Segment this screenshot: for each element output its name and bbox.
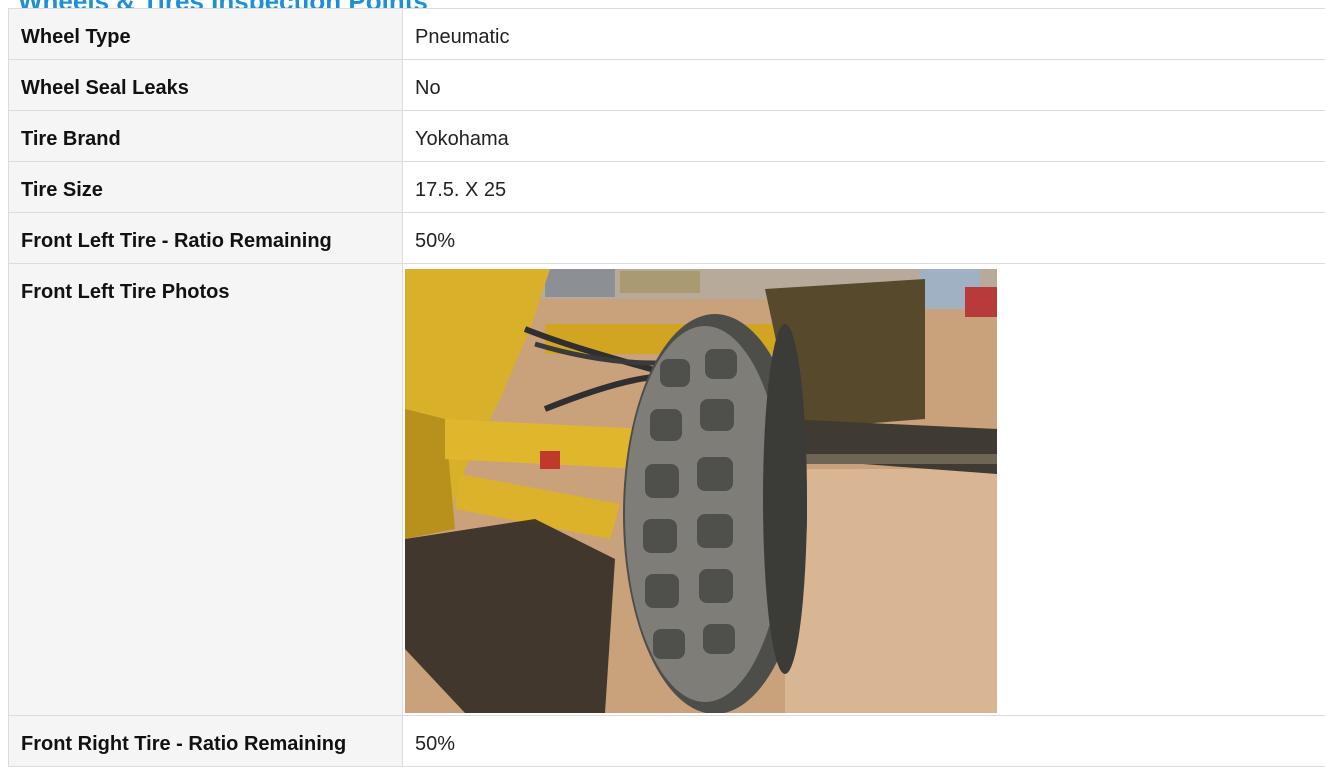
- inspection-table: Wheel Type Pneumatic Wheel Seal Leaks No…: [8, 8, 1325, 767]
- row-label: Front Left Tire - Ratio Remaining: [21, 229, 332, 253]
- table-row: Wheel Type Pneumatic: [9, 9, 1325, 60]
- row-label-cell: Front Left Tire - Ratio Remaining: [9, 213, 403, 264]
- row-value: No: [415, 76, 441, 100]
- dirt-bright: [785, 469, 997, 713]
- row-label: Wheel Type: [21, 25, 131, 49]
- row-value-cell: 17.5. X 25: [403, 162, 1325, 213]
- table-row: Front Left Tire - Ratio Remaining 50%: [9, 213, 1325, 264]
- row-value: 50%: [415, 229, 455, 253]
- row-value-cell: 50%: [403, 213, 1325, 264]
- blade-edge: [795, 454, 997, 464]
- row-value: 17.5. X 25: [415, 178, 506, 202]
- table-row: Wheel Seal Leaks No: [9, 60, 1325, 111]
- table-row: Front Right Tire - Ratio Remaining 50%: [9, 716, 1325, 767]
- row-label: Tire Size: [21, 178, 103, 202]
- row-value: Pneumatic: [415, 25, 510, 49]
- background-equipment: [620, 271, 700, 293]
- row-value-cell: 50%: [403, 716, 1325, 767]
- background-red-equipment: [965, 287, 997, 317]
- row-value-cell: Yokohama: [403, 111, 1325, 162]
- row-label: Front Right Tire - Ratio Remaining: [21, 732, 346, 756]
- row-label-cell: Front Right Tire - Ratio Remaining: [9, 716, 403, 767]
- row-label: Wheel Seal Leaks: [21, 76, 189, 100]
- row-label-cell: Tire Brand: [9, 111, 403, 162]
- row-label: Tire Brand: [21, 127, 121, 151]
- row-label-cell: Wheel Type: [9, 9, 403, 60]
- row-value: Yokohama: [415, 127, 509, 151]
- photo-cell: [403, 264, 1325, 716]
- row-value-cell: Pneumatic: [403, 9, 1325, 60]
- tire-sidewall: [763, 324, 807, 674]
- row-label-cell: Wheel Seal Leaks: [9, 60, 403, 111]
- front-left-tire-photo[interactable]: [405, 269, 997, 713]
- table-row-photos: Front Left Tire Photos: [9, 264, 1325, 716]
- table-row: Tire Brand Yokohama: [9, 111, 1325, 162]
- row-value-cell: No: [403, 60, 1325, 111]
- red-reflector: [540, 451, 560, 469]
- table-row: Tire Size 17.5. X 25: [9, 162, 1325, 213]
- row-label-cell: Tire Size: [9, 162, 403, 213]
- row-value: 50%: [415, 732, 455, 756]
- background-vehicle: [545, 269, 615, 297]
- row-label-cell: Front Left Tire Photos: [9, 264, 403, 716]
- row-label: Front Left Tire Photos: [21, 280, 230, 304]
